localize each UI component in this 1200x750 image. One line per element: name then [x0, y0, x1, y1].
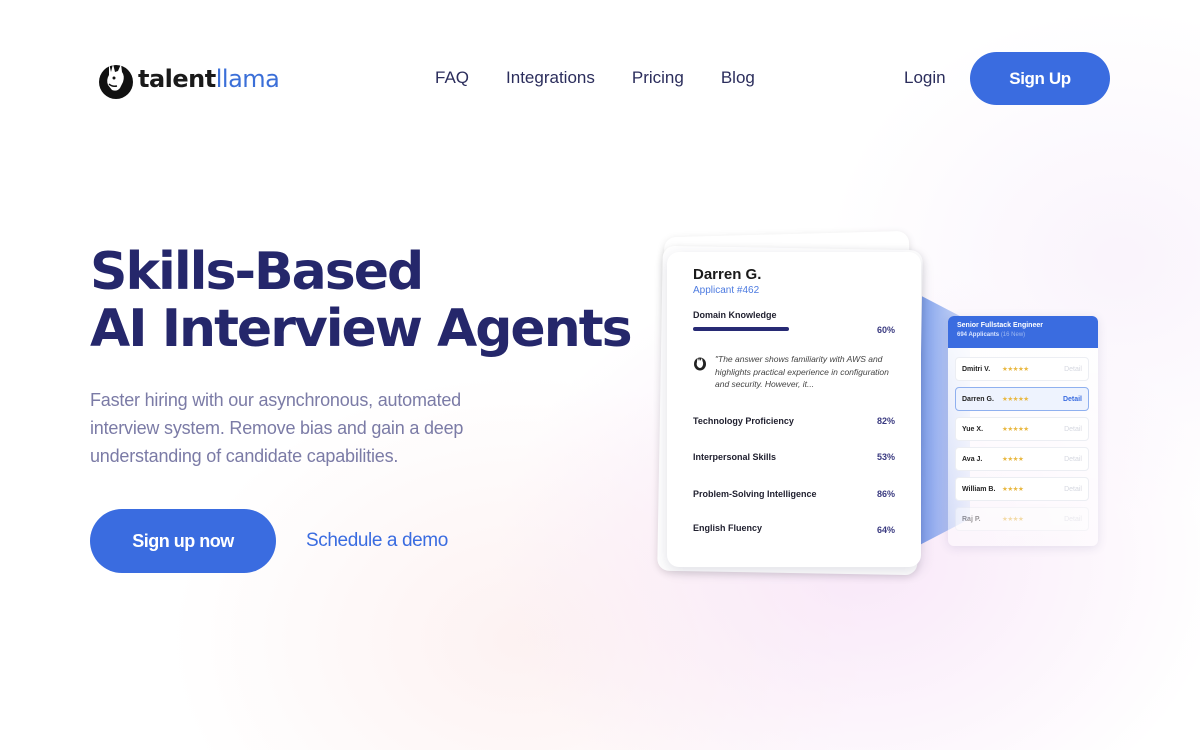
applicant-name: Raj P.	[962, 515, 981, 523]
skill-row-problem-solving: Problem-Solving Intelligence 86%	[693, 489, 895, 499]
hero-title-line2: AI Interview Agents	[90, 299, 633, 359]
skill-percent: 60%	[876, 325, 895, 335]
hero-title: Skills-Based AI Interview Agents	[90, 242, 633, 359]
logo-text-talent: talent	[138, 65, 216, 93]
main-nav: FAQ Integrations Pricing Blog	[435, 68, 755, 88]
skill-percent: 64%	[876, 525, 895, 535]
applicant-name: Yue X.	[962, 425, 984, 433]
star-rating-icon: ★★★★	[1002, 486, 1024, 493]
skill-label: English Fluency	[693, 523, 763, 533]
applicant-row[interactable]: Ava J. ★★★★ Detail	[955, 447, 1089, 471]
panel-header: Senior Fullstack Engineer 694 Applicants…	[948, 316, 1098, 348]
detail-link[interactable]: Detail	[1064, 516, 1082, 523]
applicant-name: Ava J.	[962, 455, 983, 463]
logo-text-llama: llama	[215, 65, 280, 93]
nav-link-integrations[interactable]: Integrations	[506, 68, 595, 88]
detail-link[interactable]: Detail	[1064, 366, 1082, 373]
star-rating-icon: ★★★★	[1002, 516, 1024, 523]
applicant-name: Dmitri V.	[962, 365, 991, 373]
applicant-name: William B.	[962, 485, 996, 493]
llama-logo-icon	[99, 63, 133, 99]
applicant-id: Applicant #462	[693, 285, 760, 296]
applicant-name: Darren G.	[962, 395, 994, 403]
applicant-count: 694 Applicants (16 New)	[957, 332, 1026, 338]
nav-link-faq[interactable]: FAQ	[435, 68, 469, 88]
ai-feedback-quote: "The answer shows familiarity with AWS a…	[693, 353, 903, 391]
quote-text: "The answer shows familiarity with AWS a…	[715, 354, 889, 389]
nav-link-blog[interactable]: Blog	[721, 68, 755, 88]
skill-percent: 86%	[876, 489, 895, 499]
skill-label: Problem-Solving Intelligence	[693, 489, 817, 499]
star-rating-icon: ★★★★★	[1002, 396, 1029, 403]
job-title: Senior Fullstack Engineer	[957, 322, 1043, 329]
skill-label: Technology Proficiency	[693, 416, 794, 426]
applicant-row-selected[interactable]: Darren G. ★★★★★ Detail	[955, 387, 1089, 411]
candidate-score-card: Darren G. Applicant #462 Domain Knowledg…	[667, 252, 921, 567]
new-count: (16 New)	[1000, 332, 1026, 338]
detail-link[interactable]: Detail	[1064, 456, 1082, 463]
skill-label: Interpersonal Skills	[693, 452, 777, 462]
skill-row-domain-knowledge: Domain Knowledge 60%	[693, 310, 895, 335]
star-rating-icon: ★★★★★	[1002, 426, 1029, 433]
progress-fill	[693, 327, 789, 331]
skill-percent: 53%	[876, 452, 895, 462]
hero-subtitle: Faster hiring with our asynchronous, aut…	[90, 390, 464, 466]
skill-row-english-fluency: English Fluency 64%	[693, 523, 895, 535]
login-link[interactable]: Login	[904, 68, 946, 88]
schedule-demo-link[interactable]: Schedule a demo	[306, 530, 448, 552]
detail-link[interactable]: Detail	[1064, 486, 1082, 493]
skill-label: Domain Knowledge	[693, 310, 777, 320]
sign-up-now-button[interactable]: Sign up now	[90, 509, 276, 573]
skill-row-technology-proficiency: Technology Proficiency 82%	[693, 416, 895, 426]
sign-up-button[interactable]: Sign Up	[970, 52, 1110, 105]
detail-link[interactable]: Detail	[1063, 396, 1082, 403]
domain-knowledge-progress-bar	[693, 327, 853, 331]
applicants-panel: Senior Fullstack Engineer 694 Applicants…	[948, 316, 1098, 546]
applicant-row[interactable]: Raj P. ★★★★ Detail	[955, 507, 1089, 531]
site-header: talentllama FAQ Integrations Pricing Blo…	[0, 0, 1200, 160]
star-rating-icon: ★★★★	[1002, 456, 1024, 463]
detail-link[interactable]: Detail	[1064, 426, 1082, 433]
llama-avatar-icon	[694, 357, 706, 371]
applicant-row[interactable]: Dmitri V. ★★★★★ Detail	[955, 357, 1089, 381]
hero-title-line1: Skills-Based	[90, 242, 424, 302]
candidate-name: Darren G.	[693, 266, 762, 283]
applicant-row[interactable]: William B. ★★★★ Detail	[955, 477, 1089, 501]
star-rating-icon: ★★★★★	[1002, 366, 1029, 373]
nav-link-pricing[interactable]: Pricing	[632, 68, 684, 88]
logo[interactable]: talentllama	[98, 58, 280, 100]
skill-row-interpersonal-skills: Interpersonal Skills 53%	[693, 452, 895, 462]
applicant-row[interactable]: Yue X. ★★★★★ Detail	[955, 417, 1089, 441]
skill-percent: 82%	[876, 416, 895, 426]
